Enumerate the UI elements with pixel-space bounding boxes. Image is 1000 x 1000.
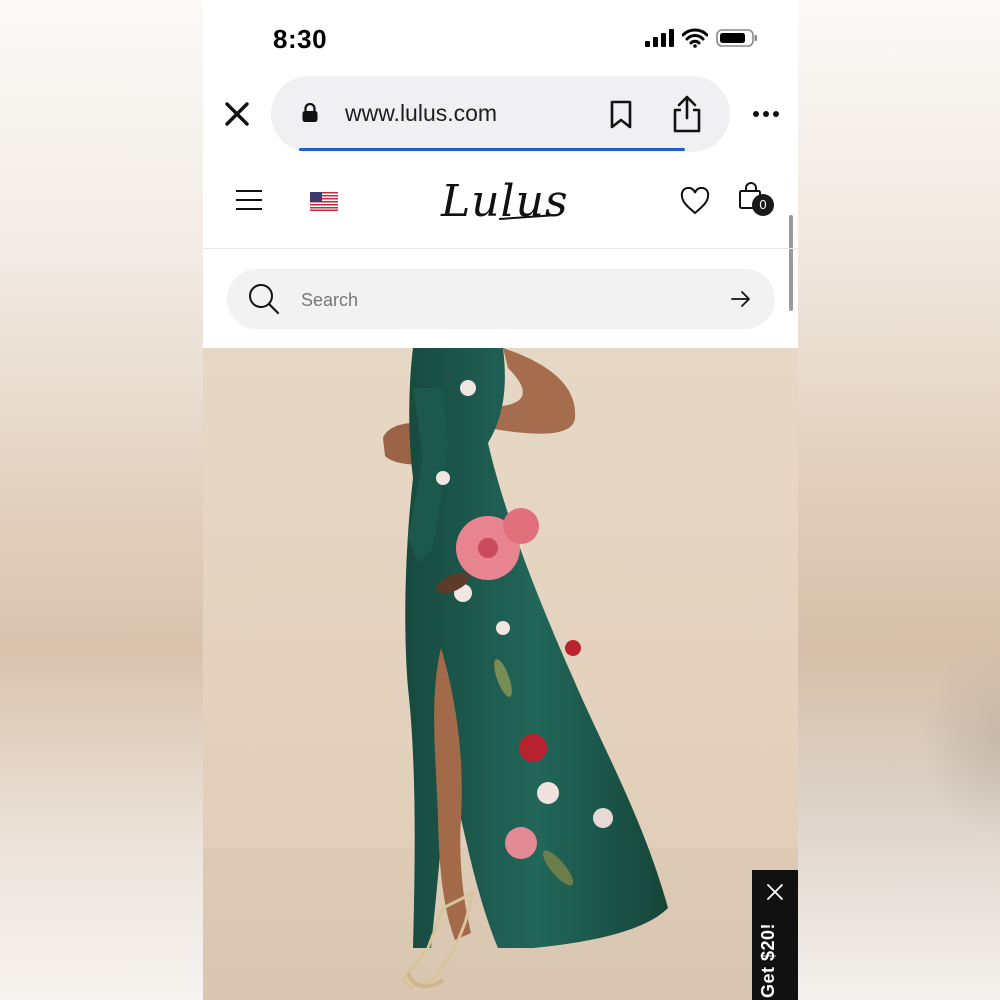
promo-label[interactable]: Get $20! (758, 923, 779, 998)
status-time: 8:30 (273, 24, 328, 54)
close-icon[interactable] (223, 100, 251, 128)
promo-close-icon[interactable] (765, 882, 785, 902)
us-flag-icon[interactable] (310, 192, 338, 211)
scrollbar[interactable] (789, 215, 793, 311)
address-bar[interactable]: www.lulus.com (271, 76, 730, 152)
search-icon (249, 284, 280, 315)
battery-icon (716, 29, 757, 47)
lock-icon (302, 103, 318, 122)
header-divider (203, 248, 798, 249)
signal-icon (645, 29, 674, 47)
phone-screen: 8:30 www.lulus.com Lulus 0 Search Get $2… (203, 0, 798, 1000)
blurred-backdrop-left (0, 0, 203, 1000)
menu-icon[interactable] (235, 188, 263, 212)
heart-icon[interactable] (680, 187, 710, 215)
url-text: www.lulus.com (345, 100, 498, 126)
cart-count-badge: 0 (752, 194, 774, 216)
wifi-icon (682, 28, 708, 48)
share-icon[interactable] (671, 94, 703, 134)
arrow-right-icon[interactable] (729, 287, 753, 311)
product-image[interactable] (203, 348, 798, 1000)
blurred-backdrop-right (798, 0, 1000, 1000)
search-input[interactable] (299, 283, 723, 317)
more-icon[interactable] (751, 104, 781, 124)
page-load-progress (299, 148, 685, 151)
status-icons (645, 28, 758, 48)
search-bar[interactable] (227, 269, 775, 329)
promo-tab[interactable]: Get $20! (752, 870, 798, 1000)
bookmark-icon[interactable] (609, 100, 633, 130)
